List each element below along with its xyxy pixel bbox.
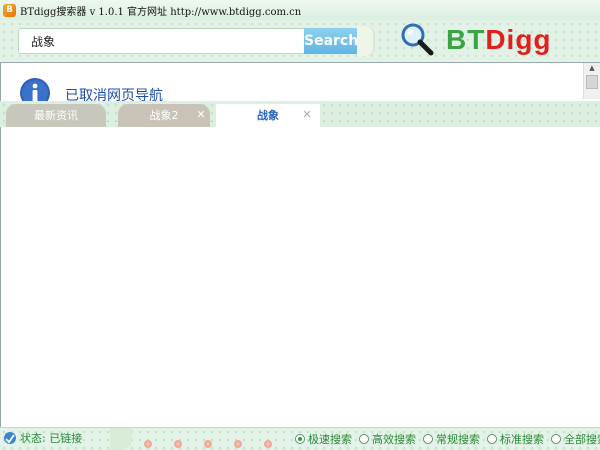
status-bar: 状态: 已链接 极速搜索 高效搜索 常规搜索 标准搜索 全部搜索 — [0, 427, 600, 450]
magnifier-icon — [401, 23, 434, 56]
status-text: 状态: 已链接 — [20, 432, 83, 445]
tab-strip: 最新资讯 战象2 ✕ 战象 ✕ — [0, 101, 600, 127]
tab-label: 战象 — [257, 109, 279, 122]
scroll-up-arrow-icon[interactable]: ▲ — [584, 63, 600, 74]
tab-zhanxiang[interactable]: 战象 ✕ — [216, 104, 320, 127]
mode-efficient[interactable]: 高效搜索 — [359, 431, 416, 447]
mode-all[interactable]: 全部搜索 — [551, 431, 600, 447]
radio-button[interactable] — [295, 434, 305, 444]
search-button[interactable]: Search — [304, 28, 358, 54]
mode-regular[interactable]: 常规搜索 — [423, 431, 480, 447]
app-icon: B — [3, 3, 16, 17]
search-input[interactable] — [19, 29, 305, 53]
radio-button[interactable] — [487, 434, 497, 444]
tab-label: 最新资讯 — [34, 109, 78, 122]
radio-button[interactable] — [359, 434, 369, 444]
mode-label: 极速搜索 — [308, 433, 352, 446]
window-titlebar: B BTdigg搜索器 v 1.0.1 官方网址 http://www.btdi… — [0, 0, 600, 20]
mode-label: 常规搜索 — [436, 433, 480, 446]
mode-standard[interactable]: 标准搜索 — [487, 431, 544, 447]
radio-button[interactable] — [423, 434, 433, 444]
vertical-scrollbar[interactable]: ▲ — [583, 63, 600, 99]
tab-zhanxiang-2[interactable]: 战象2 ✕ — [118, 104, 210, 127]
tab-label: 战象2 — [149, 109, 179, 122]
btdigg-logo: BTDigg — [446, 24, 552, 56]
close-icon[interactable]: ✕ — [196, 109, 206, 120]
connection-status: 状态: 已链接 — [3, 430, 82, 446]
radio-button[interactable] — [551, 434, 561, 444]
close-icon[interactable]: ✕ — [302, 109, 312, 120]
window-title: BTdigg搜索器 v 1.0.1 官方网址 http://www.btdigg… — [20, 6, 302, 18]
connection-icon — [4, 432, 16, 444]
mode-label: 标准搜索 — [500, 433, 544, 446]
search-mode-group: 极速搜索 高效搜索 常规搜索 标准搜索 全部搜索 — [295, 431, 600, 447]
header-decoration — [357, 26, 375, 56]
search-box: Search — [18, 28, 358, 54]
mode-fast[interactable]: 极速搜索 — [295, 431, 352, 447]
logo-bt: BT — [446, 24, 486, 55]
flower-decoration-icon — [144, 440, 272, 448]
mode-label: 高效搜索 — [372, 433, 416, 446]
scroll-thumb[interactable] — [586, 75, 598, 89]
mode-label: 全部搜索 — [564, 433, 600, 446]
status-decoration — [110, 428, 132, 450]
logo-digg: Digg — [485, 24, 552, 55]
tab-latest-news[interactable]: 最新资讯 — [6, 104, 106, 127]
